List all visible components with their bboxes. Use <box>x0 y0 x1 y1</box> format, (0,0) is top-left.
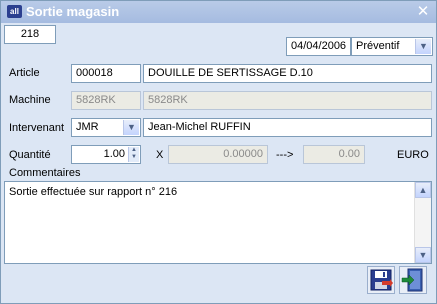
machine-label: Machine <box>9 94 51 106</box>
article-code-field[interactable]: 000018 <box>71 64 141 83</box>
date-field[interactable]: 04/04/2006 <box>286 37 351 56</box>
intervenant-code: JMR <box>76 121 99 133</box>
result-arrow: ---> <box>276 149 294 161</box>
intervenant-label: Intervenant <box>9 122 65 134</box>
comments-textarea[interactable]: Sortie effectuée sur rapport n° 216 ▲ ▼ <box>4 181 432 264</box>
chevron-down-icon[interactable]: ▼ <box>415 39 431 54</box>
comments-text: Sortie effectuée sur rapport n° 216 <box>9 186 178 198</box>
window-title: Sortie magasin <box>26 4 120 19</box>
scroll-down-icon[interactable]: ▼ <box>415 247 431 263</box>
spin-buttons[interactable]: ▲ ▼ <box>128 147 139 162</box>
quantity-value: 1.00 <box>103 148 125 160</box>
article-label: Article <box>9 67 40 79</box>
vertical-scrollbar[interactable]: ▲ ▼ <box>414 182 431 263</box>
app-icon: all <box>7 5 22 18</box>
spin-down-icon[interactable]: ▼ <box>129 154 139 161</box>
save-icon <box>370 269 393 291</box>
title-bar: all Sortie magasin ✕ <box>1 1 436 23</box>
quantity-stepper[interactable]: 1.00 ▲ ▼ <box>71 145 141 164</box>
currency-label: EURO <box>397 149 429 161</box>
exit-icon <box>401 268 423 292</box>
type-select-value: Préventif <box>356 40 400 52</box>
type-select[interactable]: Préventif ▼ <box>351 37 433 56</box>
sortie-magasin-window: all Sortie magasin ✕ 218 04/04/2006 Prév… <box>0 0 437 304</box>
scroll-up-icon[interactable]: ▲ <box>415 182 431 198</box>
machine-code-field: 5828RK <box>71 91 141 110</box>
total-field: 0.00 <box>303 145 365 164</box>
intervenant-select[interactable]: JMR ▼ <box>71 118 141 137</box>
close-icon[interactable]: ✕ <box>414 3 432 21</box>
chevron-down-icon[interactable]: ▼ <box>123 120 139 135</box>
machine-name-field: 5828RK <box>143 91 432 110</box>
exit-button[interactable] <box>399 266 427 294</box>
times-sign: X <box>156 149 164 161</box>
intervenant-name-field[interactable]: Jean-Michel RUFFIN <box>143 118 432 137</box>
save-button[interactable] <box>367 266 395 294</box>
commentaires-label: Commentaires <box>9 167 81 179</box>
spin-up-icon[interactable]: ▲ <box>129 147 139 154</box>
article-name-field[interactable]: DOUILLE DE SERTISSAGE D.10 <box>143 64 432 83</box>
unit-price-field: 0.00000 <box>168 145 268 164</box>
quantite-label: Quantité <box>9 149 51 161</box>
number-field[interactable]: 218 <box>4 25 56 44</box>
